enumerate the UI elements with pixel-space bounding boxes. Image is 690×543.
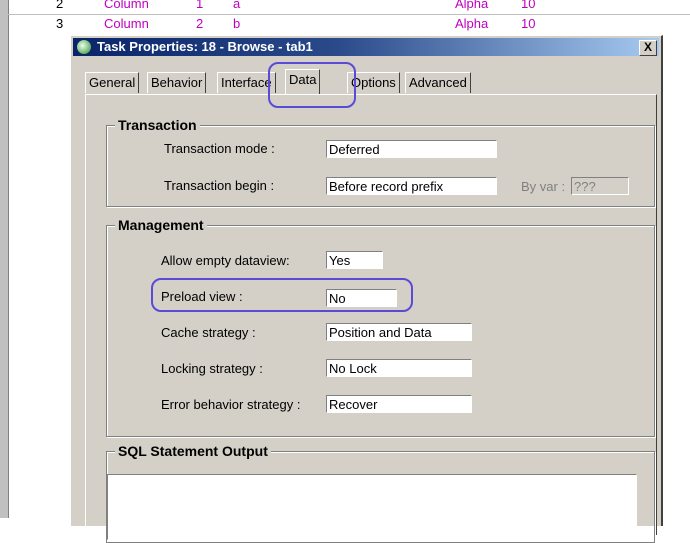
preload-view-label: Preload view : [161,289,243,304]
cell-size: 10 [521,16,536,31]
sql-output-area[interactable] [107,474,637,540]
sql-output-group-title: SQL Statement Output [115,443,271,459]
transaction-mode-field[interactable]: Deferred [326,140,497,158]
dialog-title: Task Properties: 18 - Browse - tab1 [97,39,313,54]
close-button[interactable]: X [639,40,657,56]
cell-type: Alpha [455,16,489,31]
transaction-begin-field[interactable]: Before record prefix [326,177,497,195]
cell-index: 2 [196,16,204,31]
allow-empty-field[interactable]: Yes [326,251,383,269]
management-group-title: Management [115,217,207,233]
tab-interface[interactable]: Interface [217,72,276,93]
error-behavior-label: Error behavior strategy : [161,397,301,412]
tab-general[interactable]: General [85,72,140,93]
dialog-titlebar[interactable]: Task Properties: 18 - Browse - tab1 X [73,38,659,56]
cache-strategy-field[interactable]: Position and Data [326,323,472,341]
allow-empty-label: Allow empty dataview: [161,253,290,268]
error-behavior-field[interactable]: Recover [326,395,472,413]
transaction-begin-label: Transaction begin : [164,178,275,193]
locking-strategy-field[interactable]: No Lock [326,359,472,377]
tab-behavior[interactable]: Behavior [147,72,207,93]
cell-name: Column [104,16,149,31]
app-icon [77,40,91,54]
data-tab-panel: Transaction Transaction mode : Deferred … [85,94,657,543]
transaction-group-title: Transaction [115,117,200,133]
by-var-field: ??? [571,177,629,195]
tab-advanced[interactable]: Advanced [405,72,471,93]
grid-divider [8,14,690,15]
grid-row[interactable]: 3 Column 2 b Alpha 10 [0,16,690,36]
locking-strategy-label: Locking strategy : [161,361,263,376]
row-number: 3 [56,16,64,31]
cell-letter: b [233,16,241,31]
sql-output-group: SQL Statement Output [106,443,655,543]
by-var-label: By var : [521,179,566,194]
cell-index: 1 [196,0,204,11]
cache-strategy-label: Cache strategy : [161,325,256,340]
cell-size: 10 [521,0,536,11]
tab-data[interactable]: Data [285,69,321,94]
transaction-group: Transaction Transaction mode : Deferred … [106,117,655,207]
task-properties-dialog: Task Properties: 18 - Browse - tab1 X Ge… [70,35,663,543]
left-scroll-edge [0,0,9,518]
preload-view-field[interactable]: No [326,289,397,307]
tab-options[interactable]: Options [347,72,400,93]
cell-letter: a [233,0,241,11]
management-group: Management Allow empty dataview: Yes Pre… [106,217,655,437]
cell-type: Alpha [455,0,489,11]
transaction-mode-label: Transaction mode : [164,141,275,156]
row-number: 2 [56,0,64,11]
cell-name: Column [104,0,149,11]
